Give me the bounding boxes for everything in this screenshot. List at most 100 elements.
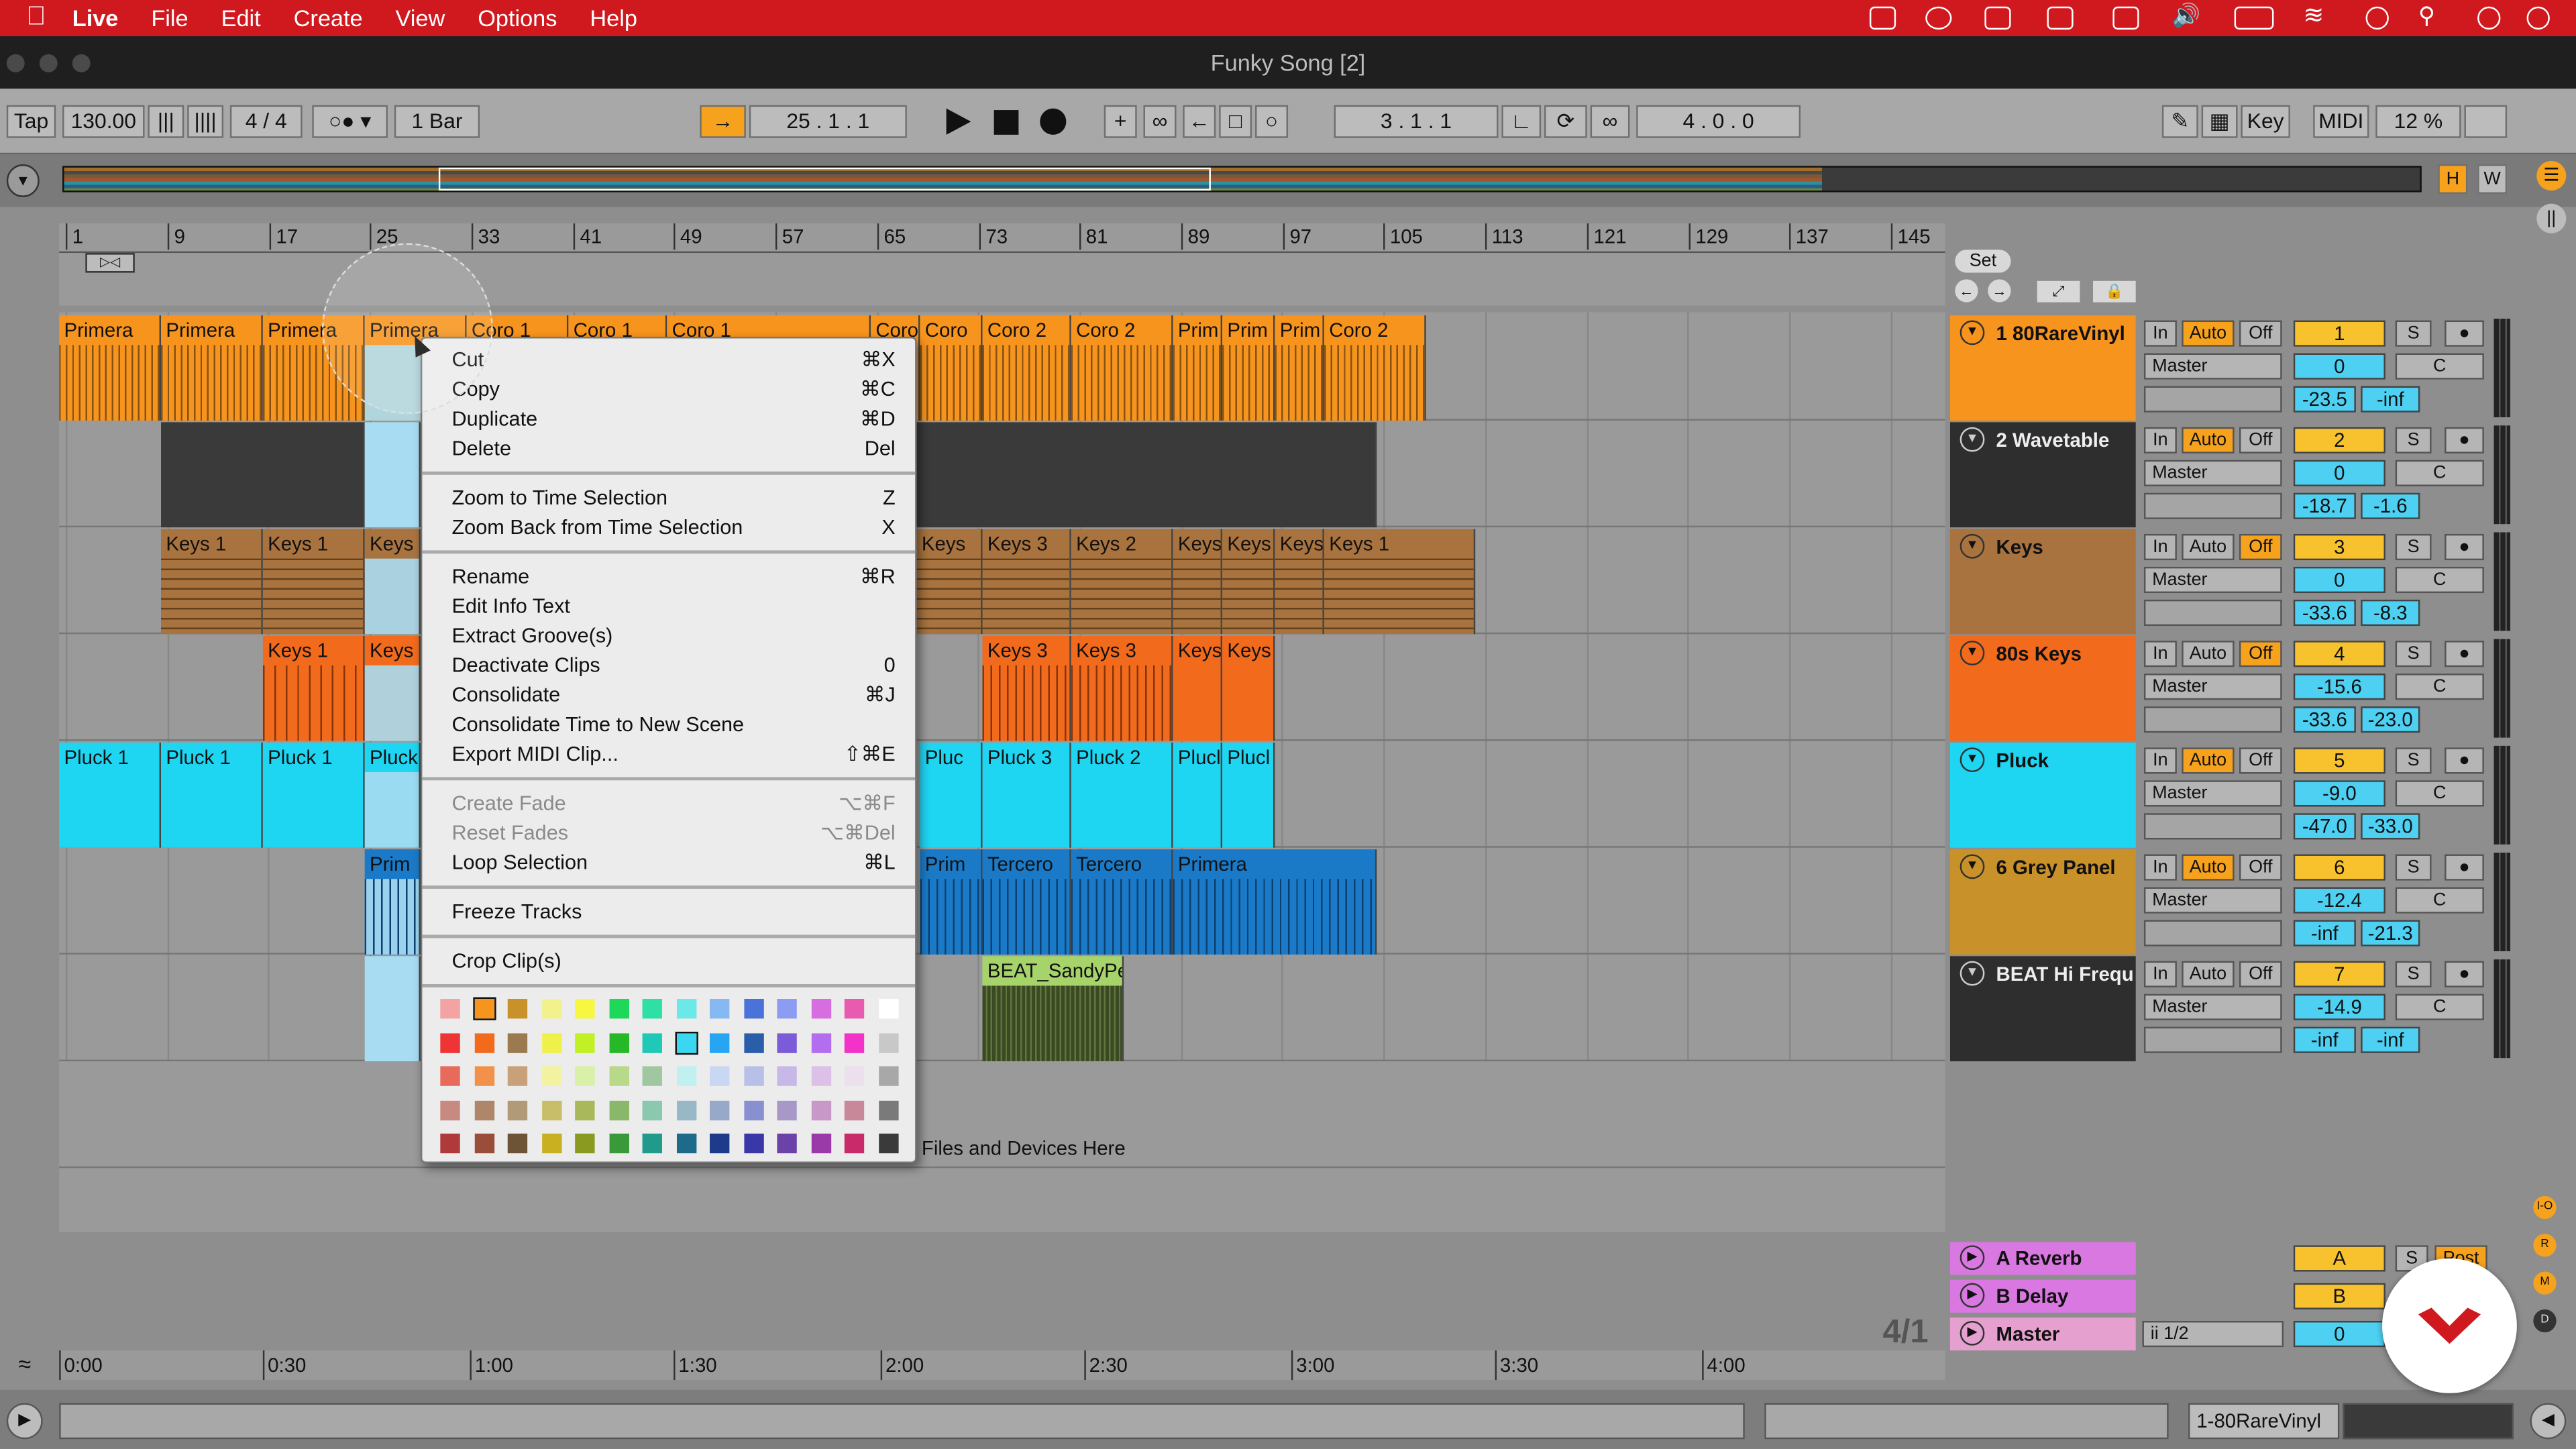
- punch-out-button[interactable]: ∞: [1590, 105, 1630, 138]
- color-swatch[interactable]: [608, 1133, 629, 1154]
- color-swatch[interactable]: [709, 1066, 730, 1086]
- close-window-button[interactable]: [6, 54, 25, 72]
- track-pan[interactable]: C: [2395, 460, 2484, 486]
- color-swatch[interactable]: [541, 1133, 561, 1154]
- color-swatch[interactable]: [676, 1133, 696, 1154]
- color-swatch[interactable]: [676, 1099, 696, 1120]
- color-swatch[interactable]: [575, 1032, 595, 1053]
- track-volume[interactable]: -14.9: [2293, 994, 2385, 1020]
- loop-start-field[interactable]: 3 . 1 . 1: [1334, 105, 1499, 138]
- clip[interactable]: Keys 1: [1324, 529, 1476, 635]
- input-monitor-in[interactable]: In: [2143, 427, 2177, 453]
- color-swatch[interactable]: [810, 1099, 830, 1120]
- clip-selected[interactable]: Pluck: [364, 742, 421, 848]
- clip[interactable]: Keys 3: [982, 529, 1071, 635]
- menu-item[interactable]: Rename ⌘R: [451, 562, 895, 592]
- play-icon[interactable]: [946, 108, 971, 135]
- track-header[interactable]: ▼ 1 80RareVinyl: [1949, 315, 2136, 421]
- color-swatch[interactable]: [472, 997, 496, 1020]
- color-swatch[interactable]: [507, 1066, 528, 1086]
- clip[interactable]: Keys 2: [1071, 529, 1173, 635]
- color-swatch[interactable]: [440, 1133, 460, 1154]
- color-swatch[interactable]: [743, 998, 763, 1019]
- key-map-button[interactable]: Key: [2241, 105, 2290, 138]
- clip[interactable]: Keys: [1173, 529, 1223, 635]
- punch-in-button[interactable]: ∟: [1501, 105, 1542, 138]
- clip[interactable]: Prim: [920, 849, 983, 955]
- user-icon[interactable]: [2365, 6, 2389, 30]
- clip[interactable]: Pluck 1: [262, 742, 365, 848]
- solo-button[interactable]: S: [2395, 747, 2432, 774]
- return-b-send[interactable]: B: [2293, 1283, 2385, 1309]
- clip[interactable]: Prim: [1222, 315, 1275, 421]
- color-swatch[interactable]: [474, 1032, 494, 1053]
- return-a-send[interactable]: A: [2293, 1245, 2385, 1272]
- color-swatch[interactable]: [507, 1099, 528, 1120]
- wifi-icon[interactable]: ≋: [2303, 0, 2324, 30]
- track-activator[interactable]: 2: [2293, 427, 2385, 453]
- color-swatch[interactable]: [877, 1099, 898, 1120]
- track-pan[interactable]: C: [2395, 566, 2484, 594]
- track-header[interactable]: ▼ Pluck: [1949, 742, 2136, 848]
- time-ruler[interactable]: 0:00 0:30 1:00 1:30 2:00 2:30 3:00 3:30 …: [59, 1350, 1945, 1381]
- color-swatch[interactable]: [440, 998, 460, 1019]
- siri-icon[interactable]: [2526, 6, 2550, 30]
- menu-item[interactable]: Crop Clip(s): [451, 947, 895, 976]
- menu-item[interactable]: Zoom Back from Time Selection X: [451, 513, 895, 542]
- color-swatch[interactable]: [440, 1066, 460, 1086]
- input-monitor-auto[interactable]: Auto: [2182, 854, 2235, 881]
- output-sub-select[interactable]: [2143, 599, 2282, 627]
- track-header[interactable]: ▼ 6 Grey Panel: [1949, 849, 2136, 955]
- track-volume[interactable]: 0: [2293, 566, 2385, 594]
- return-arrow-icon[interactable]: ▶: [1960, 1320, 1985, 1346]
- quantize-menu[interactable]: 1 Bar: [394, 105, 480, 138]
- clip[interactable]: Keys 3: [1071, 635, 1173, 741]
- menu-live[interactable]: Live: [72, 5, 119, 31]
- tap-tempo-button[interactable]: Tap: [6, 105, 56, 138]
- menu-item[interactable]: Cut ⌘X: [451, 345, 895, 374]
- arm-button[interactable]: ●: [2445, 533, 2484, 561]
- color-swatch[interactable]: [877, 998, 898, 1019]
- color-swatch[interactable]: [810, 1133, 830, 1154]
- color-swatch[interactable]: [810, 1066, 830, 1086]
- audio-to-select[interactable]: Master: [2143, 887, 2282, 914]
- color-swatch[interactable]: [777, 998, 797, 1019]
- color-swatch[interactable]: [474, 1099, 494, 1120]
- hide-detail-icon[interactable]: ◀: [2530, 1403, 2567, 1440]
- solo-button[interactable]: S: [2395, 641, 2432, 667]
- color-swatch[interactable]: [877, 1133, 898, 1154]
- input-monitor-off[interactable]: Off: [2239, 641, 2282, 667]
- color-swatch[interactable]: [608, 1099, 629, 1120]
- next-locator-icon[interactable]: →: [1988, 279, 2011, 303]
- color-swatch[interactable]: [844, 1099, 865, 1120]
- track-activator[interactable]: 6: [2293, 854, 2385, 881]
- right-menu-icon[interactable]: ☰: [2536, 161, 2567, 191]
- clip[interactable]: Keys: [1222, 635, 1275, 741]
- color-swatch[interactable]: [844, 1032, 865, 1053]
- audio-to-select[interactable]: Master: [2143, 994, 2282, 1020]
- menu-item[interactable]: Zoom to Time Selection Z: [451, 483, 895, 513]
- delay-toggle-icon[interactable]: D: [2533, 1309, 2557, 1333]
- fold-track-icon[interactable]: ▼: [1960, 320, 1985, 345]
- arrangement-position-field[interactable]: 25 . 1 . 1: [749, 105, 907, 138]
- color-swatch[interactable]: [674, 1030, 698, 1055]
- color-swatch[interactable]: [575, 998, 595, 1019]
- midi-map-button[interactable]: MIDI: [2313, 105, 2369, 138]
- solo-button[interactable]: S: [2395, 533, 2432, 561]
- prev-locator-icon[interactable]: ←: [1955, 279, 1978, 303]
- clip-selected[interactable]: [364, 956, 421, 1062]
- menu-create[interactable]: Create: [294, 5, 363, 31]
- menu-edit[interactable]: Edit: [221, 5, 261, 31]
- overdub-button[interactable]: +: [1104, 105, 1137, 138]
- color-swatch[interactable]: [844, 1066, 865, 1086]
- track-activator[interactable]: 3: [2293, 533, 2385, 561]
- nudge-up-button[interactable]: ||||: [187, 105, 224, 138]
- show-hide-play-icon[interactable]: ▶: [6, 1403, 43, 1440]
- color-swatch[interactable]: [743, 1133, 763, 1154]
- spotlight-search-icon[interactable]: ⚲: [2418, 1, 2435, 30]
- clip[interactable]: Tercero: [982, 849, 1071, 955]
- clip[interactable]: Keys: [1173, 635, 1223, 741]
- solo-button[interactable]: S: [2395, 320, 2432, 347]
- input-monitor-off[interactable]: Off: [2239, 961, 2282, 987]
- menu-item[interactable]: Loop Selection ⌘L: [451, 848, 895, 877]
